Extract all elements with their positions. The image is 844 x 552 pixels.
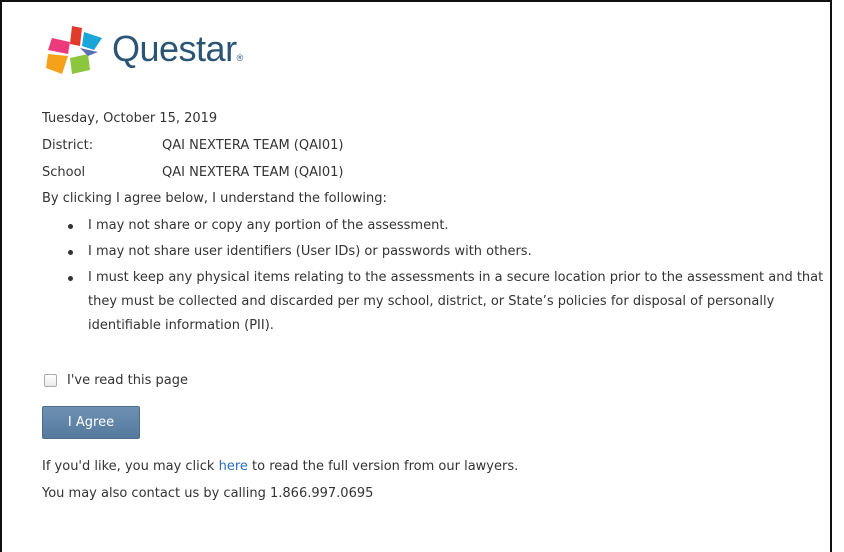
full-version-text-after: to read the full version from our lawyer…: [252, 459, 519, 474]
list-item: I may not share user identifiers (User I…: [42, 240, 832, 264]
term-text: I must keep any physical items relating …: [88, 270, 824, 333]
full-version-text: If you'd like, you may click here to rea…: [42, 457, 518, 476]
bullet-icon: [68, 250, 73, 255]
bullet-icon: [68, 224, 73, 229]
list-item: I must keep any physical items relating …: [42, 266, 832, 338]
questar-logo-mark-icon: [46, 26, 102, 74]
date-text: Tuesday, October 15, 2019: [42, 111, 218, 126]
contact-text: You may also contact us by calling 1.866…: [42, 486, 374, 501]
district-value: QAI NEXTERA TEAM (QAI01): [162, 138, 344, 153]
school-label: School: [42, 165, 86, 180]
page-frame: Questar® Tuesday, October 15, 2019 Distr…: [0, 0, 832, 552]
school-row: School QAI NEXTERA TEAM (QAI01): [42, 163, 442, 182]
read-confirmation: I've read this page: [44, 371, 188, 389]
list-item: I may not share or copy any portion of t…: [42, 214, 832, 238]
term-text: I may not share or copy any portion of t…: [88, 218, 449, 233]
bullet-icon: [68, 276, 73, 281]
district-row: District: QAI NEXTERA TEAM (QAI01): [42, 136, 442, 155]
term-text: I may not share user identifiers (User I…: [88, 244, 532, 259]
here-link[interactable]: here: [219, 459, 248, 474]
questar-logo: Questar®: [42, 24, 282, 84]
questar-wordmark: Questar®: [112, 28, 243, 69]
agreement-terms-list: I may not share or copy any portion of t…: [42, 214, 832, 340]
read-page-checkbox[interactable]: [44, 373, 57, 387]
i-agree-button[interactable]: I Agree: [42, 406, 140, 439]
school-value: QAI NEXTERA TEAM (QAI01): [162, 165, 344, 180]
full-version-text-before: If you'd like, you may click: [42, 459, 215, 474]
district-label: District:: [42, 138, 94, 153]
intro-text: By clicking I agree below, I understand …: [42, 191, 387, 206]
read-page-checkbox-label[interactable]: I've read this page: [67, 373, 188, 388]
